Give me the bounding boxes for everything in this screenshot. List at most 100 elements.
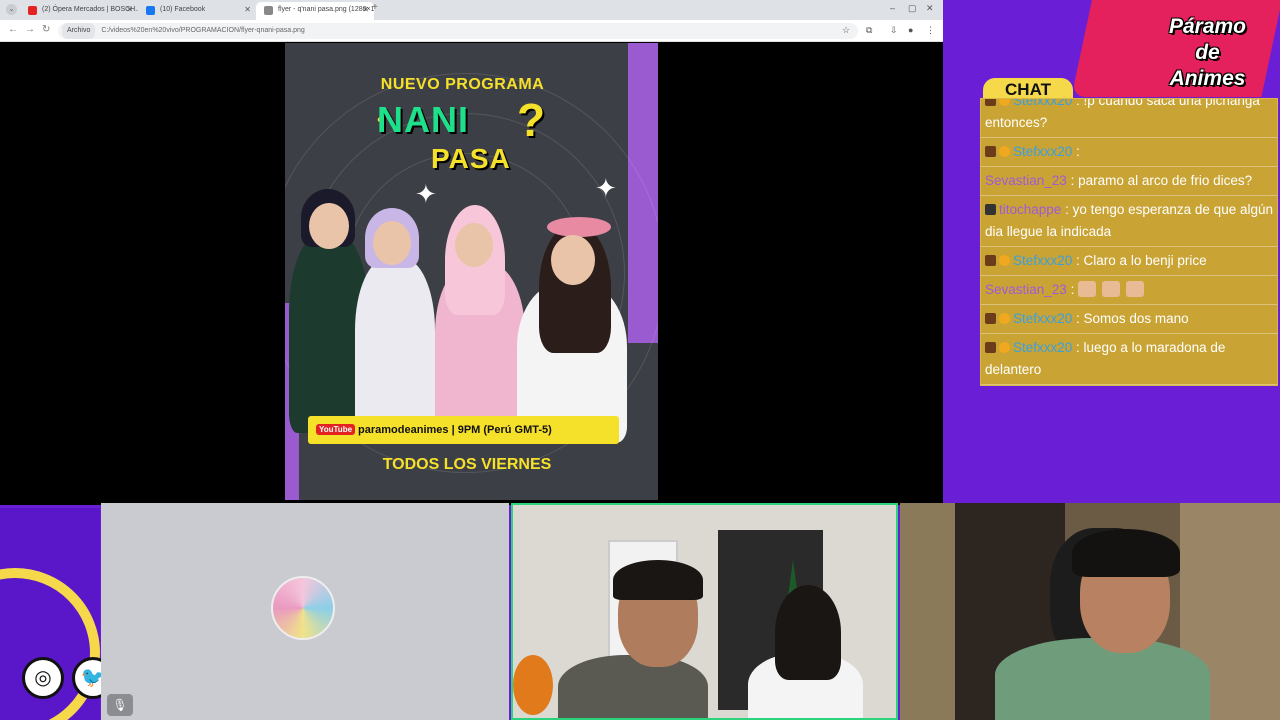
chat-message: Sevastian_23 : paramo al arco de frio di…: [981, 167, 1277, 196]
subscriber-badge-icon: [999, 146, 1010, 157]
cosplayer-face: [309, 203, 349, 249]
participant-tile[interactable]: [900, 503, 1280, 720]
cosplayer-face: [455, 223, 493, 267]
poster-image: NUEVO PROGRAMA ¿ NANI ? PASA ✦ ✦ YouTube…: [285, 43, 658, 500]
file-chip: Archivo: [62, 23, 96, 39]
menu-icon[interactable]: ⋮: [926, 25, 935, 36]
chat-badge-icon: [985, 255, 996, 266]
chat-message: Sevastian_23 :: [981, 276, 1277, 305]
chat-username[interactable]: Stefxxx20: [1013, 99, 1072, 108]
chat-badge-icon: [985, 342, 996, 353]
cosplayer-face: [373, 221, 411, 265]
cosplayer-face: [551, 235, 595, 285]
logo-question: ?: [517, 94, 546, 146]
chat-separator: :: [1072, 253, 1084, 268]
forward-icon[interactable]: →: [25, 24, 35, 35]
instagram-icon[interactable]: ◎: [22, 657, 64, 699]
chat-text: Somos dos mano: [1083, 311, 1189, 326]
address-text: C:/videos%20en%20vivo/PROGRAMACION/flyer…: [101, 27, 305, 34]
room-wall: [900, 503, 960, 720]
chat-message: Stefxxx20 : !p cuando saca una pichanga …: [981, 98, 1277, 138]
extensions-icon[interactable]: ⧉: [866, 25, 872, 36]
chat-username[interactable]: Stefxxx20: [1013, 253, 1072, 268]
back-icon[interactable]: ←: [8, 24, 18, 35]
youtube-banner: YouTube paramodeanimes | 9PM (Perú GMT-5): [308, 416, 619, 444]
browser-tab[interactable]: flyer - q'nani pasa.png (1280×1... ✕: [256, 2, 374, 20]
chat-message-list: Stefxxx20 : Stefxxx20 : !p cuando saca u…: [981, 98, 1277, 385]
subscriber-badge-icon: [999, 313, 1010, 324]
chat-separator: :: [1066, 173, 1079, 188]
chat-separator: :: [1072, 98, 1084, 108]
chat-badge-icon: [985, 313, 996, 324]
chat-separator: :: [1066, 282, 1079, 297]
cosplayer-figure: [355, 258, 435, 438]
person-hair: [775, 585, 841, 680]
browser-tab[interactable]: (10) Facebook ✕: [138, 2, 256, 20]
minimize-icon[interactable]: –: [890, 3, 895, 13]
chat-username[interactable]: Stefxxx20: [1013, 311, 1072, 326]
cosplayer-hat: [547, 217, 611, 237]
logo-line2: PASA: [431, 143, 511, 174]
chat-username[interactable]: Stefxxx20: [1013, 340, 1072, 355]
tab-favicon-icon: [146, 6, 155, 15]
tab-search-icon[interactable]: ⌄: [6, 4, 17, 15]
logo-line1: NANI: [377, 99, 469, 140]
sparkle-icon: ✦: [595, 173, 617, 203]
close-tab-icon[interactable]: ✕: [362, 2, 369, 18]
chat-message: Stefxxx20 : Somos dos mano: [981, 305, 1277, 334]
maximize-icon[interactable]: ▢: [908, 3, 917, 14]
chat-message: titochappe : yo tengo esperanza de que a…: [981, 196, 1277, 247]
address-bar[interactable]: Archivo C:/videos%20en%20vivo/PROGRAMACIO…: [58, 23, 858, 39]
brand-line3: Animes: [1169, 67, 1246, 90]
banner-text: paramodeanimes | 9PM (Perú GMT-5): [358, 424, 552, 436]
brand-line1: Páramo: [1168, 15, 1247, 38]
chat-badge-icon: [985, 146, 996, 157]
tab-bar: ⌄ (2) Ópera Mercados | BOSCH... ✕ (10) Fac…: [0, 0, 943, 20]
reload-icon[interactable]: ↻: [42, 24, 50, 35]
tab-favicon-icon: [264, 6, 273, 15]
chat-emote-icon: [1078, 281, 1097, 297]
browser-tab[interactable]: (2) Ópera Mercados | BOSCH... ✕: [20, 2, 138, 20]
tab-favicon-icon: [28, 6, 37, 15]
poster-footer: TODOS LOS VIERNES: [382, 456, 552, 473]
person-body: [995, 638, 1210, 720]
sparkle-icon: ✦: [415, 179, 437, 209]
downloads-icon[interactable]: ⇩: [890, 25, 898, 36]
subscriber-badge-icon: [999, 342, 1010, 353]
chat-emote-icon: [1126, 281, 1145, 297]
chat-message: Stefxxx20 : Claro a lo benji price: [981, 247, 1277, 276]
participant-tile-audio-only[interactable]: 🎙: [101, 503, 509, 720]
close-tab-icon[interactable]: ✕: [244, 2, 251, 18]
chat-separator: :: [1061, 202, 1073, 217]
chat-message: Stefxxx20 : luego a lo maradona de delan…: [981, 334, 1277, 385]
tab-label: (10) Facebook: [160, 6, 206, 13]
chat-message: Stefxxx20 :: [981, 138, 1277, 167]
chat-separator: :: [1072, 144, 1080, 159]
poster-headline: NUEVO PROGRAMA: [380, 76, 545, 93]
chat-username[interactable]: titochappe: [999, 202, 1061, 217]
chat-separator: :: [1072, 340, 1084, 355]
bookmark-star-icon[interactable]: ☆: [842, 25, 850, 36]
browser-toolbar: ← → ↻ Archivo C:/videos%20en%20vivo/PROGR…: [0, 20, 943, 42]
muted-mic-icon[interactable]: 🎙: [107, 694, 133, 716]
person-hair: [613, 560, 703, 600]
pumpkin-decoration: [513, 655, 553, 715]
new-tab-button[interactable]: +: [372, 2, 378, 13]
brand-logo: Páramo de Animes: [1140, 14, 1275, 92]
chat-username[interactable]: Stefxxx20: [1013, 144, 1072, 159]
youtube-logo-icon: YouTube: [316, 424, 356, 435]
person-hair: [1072, 529, 1180, 577]
chat-text: Claro a lo benji price: [1083, 253, 1207, 268]
chat-panel: Stefxxx20 : Stefxxx20 : !p cuando saca u…: [980, 98, 1278, 386]
chat-badge-icon: [985, 204, 996, 215]
profile-icon[interactable]: ●: [908, 25, 913, 35]
subscriber-badge-icon: [999, 255, 1010, 266]
close-window-icon[interactable]: ✕: [926, 3, 934, 14]
chat-text: paramo al arco de frio dices?: [1078, 173, 1253, 188]
close-tab-icon[interactable]: ✕: [126, 2, 133, 18]
person-body: [558, 655, 708, 718]
participant-tile-active-speaker[interactable]: [511, 503, 898, 720]
chat-badge-icon: [985, 99, 996, 106]
chat-username[interactable]: Sevastian_23: [985, 173, 1067, 188]
chat-username[interactable]: Sevastian_23: [985, 282, 1067, 297]
